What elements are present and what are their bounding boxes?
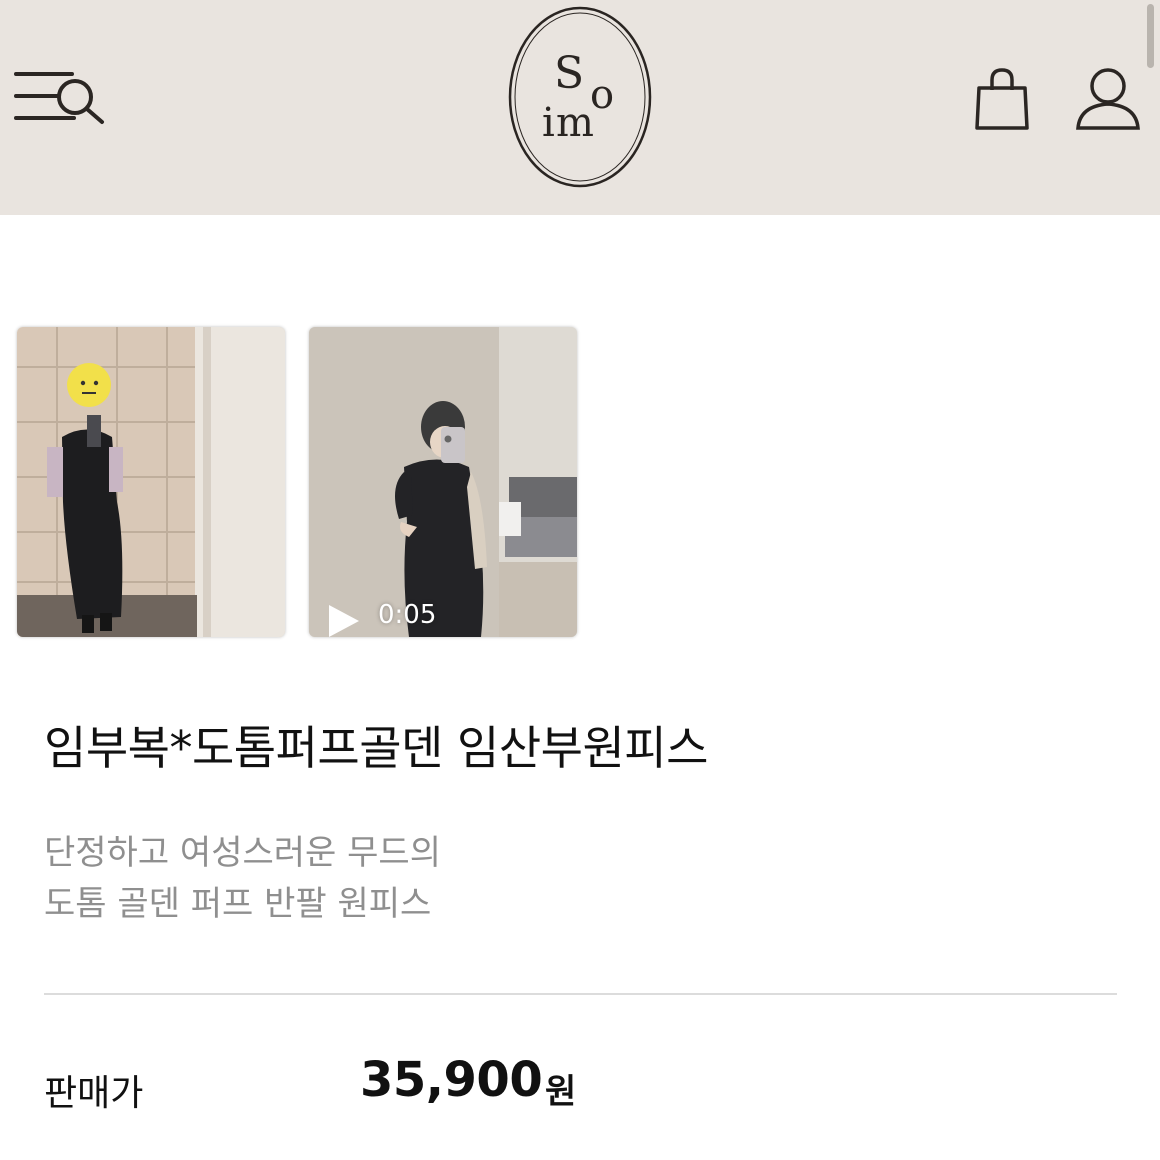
scrollbar[interactable] [1147,4,1154,68]
shopping-bag-icon[interactable] [970,66,1034,132]
price-label: 판매가 [44,1073,144,1114]
logo-letter-s: S [554,48,584,99]
section-divider [44,993,1117,995]
product-description-line-1: 단정하고 여성스러운 무드의 [44,833,441,873]
logo-letter-i: i [542,100,555,146]
price-unit: 원 [545,1072,577,1112]
user-icon[interactable] [1074,66,1142,132]
product-video-thumbnail[interactable] [309,327,577,637]
product-photo-thumbnail[interactable] [17,327,285,637]
price-value: 35,900 [360,1052,543,1108]
menu-search-icon[interactable] [12,64,108,130]
logo-letter-m: m [556,100,594,146]
brand-logo[interactable]: S o i m [506,4,654,190]
product-title: 임부복*도톰퍼프골덴 임산부원피스 [44,721,708,775]
video-duration: 0:05 [378,600,437,630]
top-header: S o i m [0,0,1160,215]
product-description-line-2: 도톰 골덴 퍼프 반팔 원피스 [44,884,432,924]
